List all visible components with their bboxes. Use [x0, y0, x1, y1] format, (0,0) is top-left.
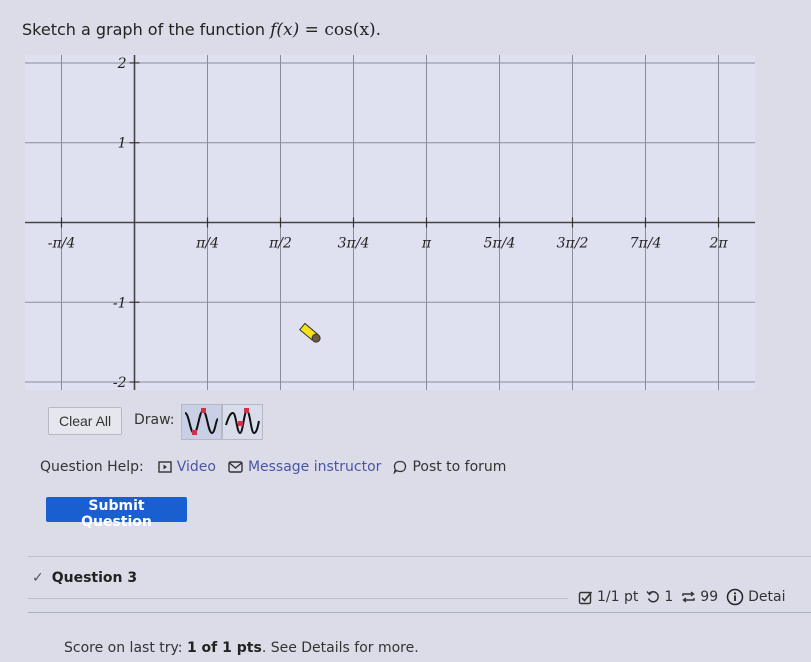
formula-period: . [375, 20, 382, 40]
divider [28, 598, 568, 599]
divider [28, 556, 811, 557]
x-tick-label: π/4 [195, 236, 219, 252]
question-help-label: Question Help: [40, 459, 144, 475]
message-instructor-link[interactable]: Message instructor [228, 459, 382, 475]
score-prefix: Score on last try: [64, 640, 187, 656]
retries-badge: 1 [646, 589, 673, 605]
divider [28, 612, 811, 613]
retry-icon [646, 591, 660, 603]
x-tick-label: 2π [708, 236, 728, 252]
retries-value: 1 [664, 589, 674, 605]
function-formula: f(x) = cos(x). [270, 20, 381, 40]
score-value: 1 of 1 pts [186, 640, 262, 656]
x-tick-label: 3π/4 [338, 236, 370, 252]
x-tick-label: 3π/2 [557, 236, 589, 252]
score-summary: Score on last try: 1 of 1 pts. See Detai… [64, 640, 419, 656]
graph-canvas[interactable]: -π/4 π/4 π/2 3π/4 π 5π/4 3π/2 7π/4 2π 2 1 -1 -2 [0, 40, 811, 410]
info-icon [726, 588, 744, 606]
post-to-forum-label: Post to forum [412, 459, 507, 475]
draw-label: Draw: [134, 412, 175, 428]
y-tick-label: -1 [113, 295, 127, 311]
points-badge: 1/1 pt [578, 589, 638, 605]
sine-draw-tool[interactable] [181, 404, 222, 440]
formula-rhs: cos(x) [324, 20, 376, 40]
details-link[interactable]: Detai [726, 588, 785, 606]
score-suffix: . See Details for more. [261, 640, 419, 656]
attempts-value: 99 [700, 589, 719, 605]
video-icon [158, 461, 172, 473]
formula-lhs: f(x) [270, 20, 300, 40]
mail-icon [228, 461, 243, 473]
x-tick-label: π [421, 236, 432, 252]
question-3-meta: 1/1 pt 1 99 Detai [578, 588, 785, 606]
clear-all-button[interactable]: Clear All [48, 407, 123, 435]
sine-wave-alt-icon [225, 408, 260, 435]
chat-bubble-icon [393, 460, 407, 474]
points-value: 1/1 pt [597, 589, 639, 605]
question-3-title: Question 3 [51, 570, 138, 586]
x-tick-label: 7π/4 [630, 236, 662, 252]
attempts-badge: 99 [681, 589, 718, 605]
details-label: Detai [748, 589, 786, 605]
sine-shifted-draw-tool[interactable] [222, 404, 263, 440]
question-prompt: Sketch a graph of the function f(x) = co… [22, 20, 381, 40]
post-to-forum-link[interactable]: Post to forum [393, 459, 506, 475]
question-3-header[interactable]: ✓ Question 3 [32, 570, 137, 586]
x-tick-label: π/2 [268, 236, 292, 252]
message-instructor-label: Message instructor [247, 459, 382, 475]
checkbox-icon [578, 590, 593, 604]
sine-wave-icon [184, 408, 219, 435]
x-tick-label: 5π/4 [484, 236, 516, 252]
video-link[interactable]: Video [158, 459, 216, 475]
y-tick-label: 1 [118, 136, 127, 152]
formula-eq: = [299, 20, 325, 40]
question-help: Question Help: Video Message instructor … [40, 459, 518, 475]
check-icon: ✓ [32, 570, 44, 586]
y-tick-label: -2 [113, 375, 127, 391]
x-tick-label: -π/4 [48, 236, 76, 252]
y-tick-label: 2 [117, 56, 127, 72]
video-link-label: Video [176, 459, 216, 475]
repeat-icon [682, 591, 695, 603]
submit-question-button[interactable]: Submit Question [46, 497, 187, 530]
prompt-text: Sketch a graph of the function [22, 20, 266, 39]
